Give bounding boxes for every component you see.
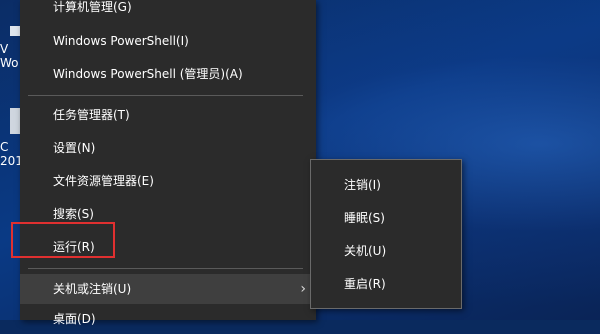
menu-item-label: Windows PowerShell(I): [53, 34, 189, 48]
menu-item-desktop[interactable]: 桌面(D): [20, 304, 316, 334]
menu-item-task-manager[interactable]: 任务管理器(T): [20, 100, 316, 130]
menu-item-powershell-admin[interactable]: Windows PowerShell (管理员)(A): [20, 59, 316, 89]
menu-item-label: 计算机管理(G): [53, 0, 132, 14]
menu-item-label: 关机或注销(U): [53, 282, 132, 296]
submenu-item-restart[interactable]: 重启(R): [311, 269, 461, 299]
submenu-item-label: 注销(I): [344, 178, 381, 192]
desktop-shortcut-label: V Wo: [0, 42, 19, 70]
menu-item-label: 任务管理器(T): [53, 108, 130, 122]
submenu-item-label: 关机(U): [344, 244, 387, 258]
menu-item-file-explorer[interactable]: 文件资源管理器(E): [20, 166, 316, 196]
menu-item-settings[interactable]: 设置(N): [20, 133, 316, 163]
chevron-right-icon: ›: [300, 281, 306, 297]
menu-item-shutdown-signout[interactable]: 关机或注销(U) ›: [20, 274, 316, 304]
run-highlight-box: [11, 222, 115, 258]
submenu-item-shutdown[interactable]: 关机(U): [311, 236, 461, 266]
menu-divider: [28, 95, 303, 96]
submenu-item-label: 睡眠(S): [344, 211, 385, 225]
menu-item-label: 桌面(D): [53, 312, 96, 326]
shutdown-submenu: 注销(I) 睡眠(S) 关机(U) 重启(R): [310, 159, 462, 309]
menu-item-powershell[interactable]: Windows PowerShell(I): [20, 26, 316, 56]
submenu-item-signout[interactable]: 注销(I): [311, 170, 461, 200]
menu-item-label: 文件资源管理器(E): [53, 174, 154, 188]
menu-item-computer-management[interactable]: 计算机管理(G): [20, 0, 316, 22]
submenu-item-sleep[interactable]: 睡眠(S): [311, 203, 461, 233]
menu-item-label: 设置(N): [53, 141, 96, 155]
menu-item-label: Windows PowerShell (管理员)(A): [53, 67, 243, 81]
menu-divider: [28, 268, 303, 269]
submenu-item-label: 重启(R): [344, 277, 386, 291]
shortcut-icon: [10, 26, 20, 36]
winx-context-menu: 计算机管理(G) Windows PowerShell(I) Windows P…: [20, 0, 316, 326]
